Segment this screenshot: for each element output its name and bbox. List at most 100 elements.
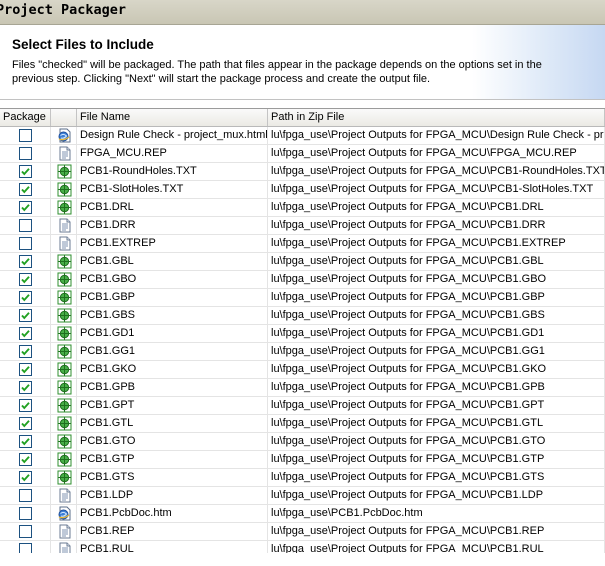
table-row[interactable]: PCB1.PcbDoc.htm lu\fpga_use\PCB1.PcbDoc.h… (0, 505, 605, 523)
table-row[interactable]: PCB1.DRR lu\fpga_use\Project Outputs for … (0, 217, 605, 235)
html-icon (57, 506, 72, 521)
file-type-cell (51, 325, 77, 342)
table-row[interactable]: PCB1.GBP lu\fpga_use\Project Outputs for … (0, 289, 605, 307)
table-row[interactable]: PCB1.GTO lu\fpga_use\Project Outputs for … (0, 433, 605, 451)
column-header-icon[interactable] (51, 109, 77, 126)
zip-path-cell: lu\fpga_use\Project Outputs for FPGA_MCU… (268, 217, 605, 234)
column-header-path[interactable]: Path in Zip File (268, 109, 605, 126)
file-type-cell (51, 235, 77, 252)
zip-path-cell: lu\fpga_use\Project Outputs for FPGA_MCU… (268, 289, 605, 306)
package-checkbox[interactable] (19, 147, 32, 160)
table-row[interactable]: PCB1.GBO lu\fpga_use\Project Outputs for … (0, 271, 605, 289)
package-checkbox-checked[interactable] (19, 273, 32, 286)
wizard-header: Select Files to Include Files "checked" … (0, 25, 605, 100)
package-checkbox[interactable] (19, 489, 32, 502)
file-type-cell (51, 307, 77, 324)
package-checkbox[interactable] (19, 525, 32, 538)
cam-icon (57, 182, 72, 197)
file-type-cell (51, 505, 77, 522)
checkmark-icon (21, 456, 30, 464)
package-checkbox-checked[interactable] (19, 201, 32, 214)
zip-path-cell: lu\fpga_use\Project Outputs for FPGA_MCU… (268, 451, 605, 468)
table-row[interactable]: PCB1.DRL lu\fpga_use\Project Outputs for … (0, 199, 605, 217)
table-row[interactable]: PCB1.GKO lu\fpga_use\Project Outputs for … (0, 361, 605, 379)
file-name-cell: PCB1.GTP (77, 451, 268, 468)
package-checkbox[interactable] (19, 237, 32, 250)
package-checkbox-checked[interactable] (19, 453, 32, 466)
package-checkbox-checked[interactable] (19, 399, 32, 412)
package-cell (0, 505, 51, 522)
zip-path-cell: lu\fpga_use\Project Outputs for FPGA_MCU… (268, 343, 605, 360)
package-checkbox-checked[interactable] (19, 435, 32, 448)
file-name-cell: PCB1.GTO (77, 433, 268, 450)
table-row[interactable]: Design Rule Check - project_mux.html lu\f… (0, 127, 605, 145)
package-checkbox-checked[interactable] (19, 165, 32, 178)
package-cell (0, 397, 51, 414)
table-row[interactable]: FPGA_MCU.REP lu\fpga_use\Project Outputs … (0, 145, 605, 163)
cam-icon (57, 326, 72, 341)
zip-path-cell: lu\fpga_use\Project Outputs for FPGA_MCU… (268, 523, 605, 540)
page-title: Select Files to Include (12, 37, 154, 52)
package-checkbox-checked[interactable] (19, 183, 32, 196)
file-name-cell: PCB1.GKO (77, 361, 268, 378)
zip-path-cell: lu\fpga_use\Project Outputs for FPGA_MCU… (268, 487, 605, 504)
table-row[interactable]: PCB1.GTL lu\fpga_use\Project Outputs for … (0, 415, 605, 433)
zip-path-cell: lu\fpga_use\Project Outputs for FPGA_MCU… (268, 235, 605, 252)
package-checkbox[interactable] (19, 219, 32, 232)
file-name-cell: PCB1.LDP (77, 487, 268, 504)
package-cell (0, 271, 51, 288)
table-row[interactable]: PCB1.GG1 lu\fpga_use\Project Outputs for … (0, 343, 605, 361)
file-type-cell (51, 145, 77, 162)
table-row[interactable]: PCB1.REP lu\fpga_use\Project Outputs for … (0, 523, 605, 541)
package-cell (0, 253, 51, 270)
column-header-package[interactable]: Package (0, 109, 51, 126)
file-type-cell (51, 163, 77, 180)
zip-path-cell: lu\fpga_use\Project Outputs for FPGA_MCU… (268, 469, 605, 486)
table-row[interactable]: PCB1.EXTREP lu\fpga_use\Project Outputs f… (0, 235, 605, 253)
zip-path-cell: lu\fpga_use\Project Outputs for FPGA_MCU… (268, 271, 605, 288)
file-name-cell: PCB1-SlotHoles.TXT (77, 181, 268, 198)
checkmark-icon (21, 204, 30, 212)
cam-icon (57, 380, 72, 395)
zip-path-cell: lu\fpga_use\Project Outputs for FPGA_MCU… (268, 145, 605, 162)
package-checkbox-checked[interactable] (19, 327, 32, 340)
table-row[interactable]: PCB1.LDP lu\fpga_use\Project Outputs for … (0, 487, 605, 505)
package-checkbox-checked[interactable] (19, 363, 32, 376)
column-header-file-name[interactable]: File Name (77, 109, 268, 126)
package-checkbox-checked[interactable] (19, 291, 32, 304)
package-checkbox[interactable] (19, 507, 32, 520)
package-checkbox-checked[interactable] (19, 417, 32, 430)
table-row[interactable]: PCB1.RUL lu\fpga_use\Project Outputs for … (0, 541, 605, 553)
package-checkbox-checked[interactable] (19, 345, 32, 358)
table-row[interactable]: PCB1-SlotHoles.TXT lu\fpga_use\Project Ou… (0, 181, 605, 199)
page-description: Files "checked" will be packaged. The pa… (12, 59, 542, 85)
table-row[interactable]: PCB1.GD1 lu\fpga_use\Project Outputs for … (0, 325, 605, 343)
title-bar[interactable]: Project Packager (0, 0, 605, 25)
package-checkbox-checked[interactable] (19, 255, 32, 268)
package-cell (0, 163, 51, 180)
table-row[interactable]: PCB1.GBL lu\fpga_use\Project Outputs for … (0, 253, 605, 271)
package-checkbox[interactable] (19, 129, 32, 142)
package-checkbox-checked[interactable] (19, 309, 32, 322)
document-icon (57, 146, 72, 161)
cam-icon (57, 200, 72, 215)
package-checkbox[interactable] (19, 543, 32, 553)
package-checkbox-checked[interactable] (19, 471, 32, 484)
file-type-cell (51, 253, 77, 270)
file-type-cell (51, 433, 77, 450)
file-name-cell: PCB1.GBP (77, 289, 268, 306)
cam-icon (57, 416, 72, 431)
package-checkbox-checked[interactable] (19, 381, 32, 394)
cam-icon (57, 290, 72, 305)
zip-path-cell: lu\fpga_use\Project Outputs for FPGA_MCU… (268, 325, 605, 342)
table-row[interactable]: PCB1.GPB lu\fpga_use\Project Outputs for … (0, 379, 605, 397)
table-row[interactable]: PCB1.GTP lu\fpga_use\Project Outputs for … (0, 451, 605, 469)
checkmark-icon (21, 366, 30, 374)
table-row[interactable]: PCB1-RoundHoles.TXT lu\fpga_use\Project O… (0, 163, 605, 181)
table-row[interactable]: PCB1.GTS lu\fpga_use\Project Outputs for … (0, 469, 605, 487)
zip-path-cell: lu\fpga_use\PCB1.PcbDoc.htm (268, 505, 605, 522)
table-row[interactable]: PCB1.GBS lu\fpga_use\Project Outputs for … (0, 307, 605, 325)
table-row[interactable]: PCB1.GPT lu\fpga_use\Project Outputs for … (0, 397, 605, 415)
checkmark-icon (21, 312, 30, 320)
file-type-cell (51, 523, 77, 540)
